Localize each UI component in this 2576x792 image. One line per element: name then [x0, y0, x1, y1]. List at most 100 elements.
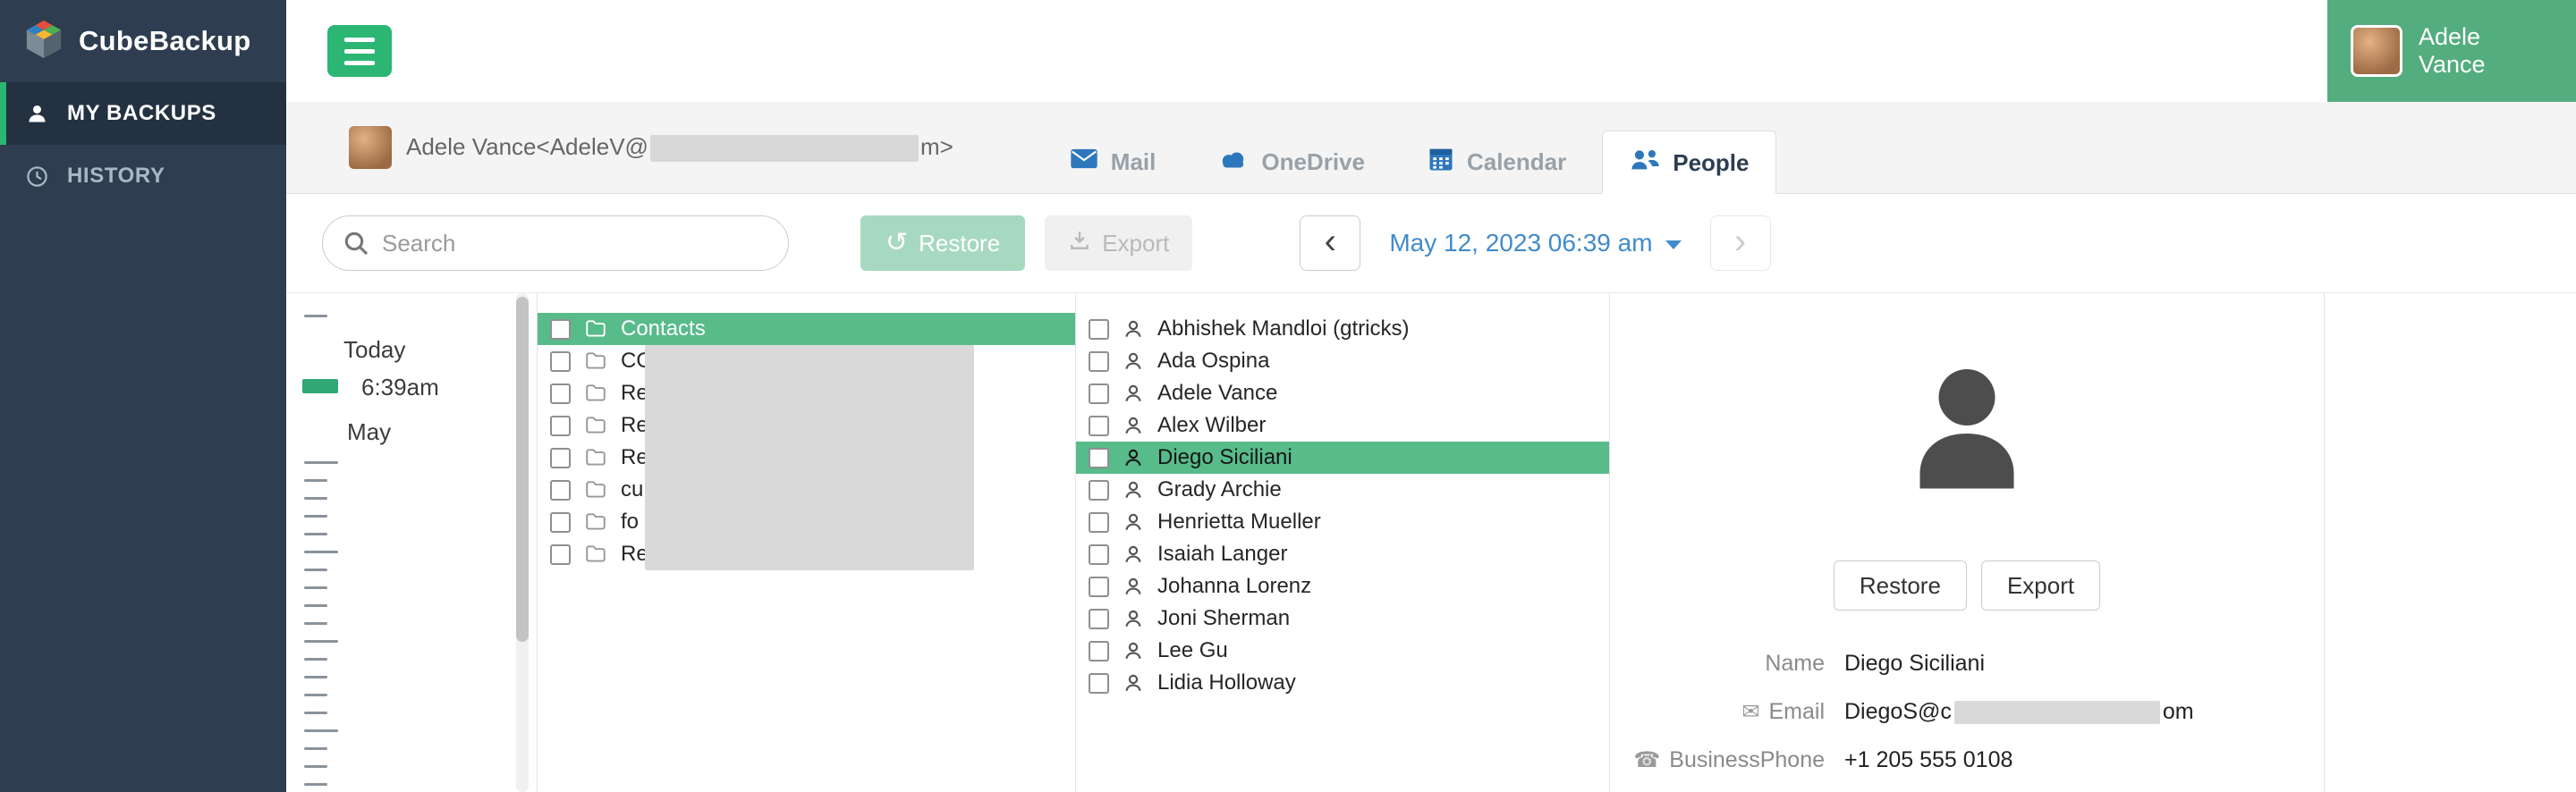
field-icon: ✉ [1741, 699, 1760, 724]
timeline-tick [304, 676, 327, 678]
contact-row[interactable]: Henrietta Mueller [1076, 506, 1609, 538]
contact-row[interactable]: Lidia Holloway [1076, 667, 1609, 699]
contact-row[interactable]: Alex Wilber [1076, 409, 1609, 442]
cubebackup-logo-icon [23, 19, 64, 64]
redaction-block [1953, 700, 2160, 724]
checkbox[interactable] [1089, 447, 1109, 468]
contact-row[interactable]: Joni Sherman [1076, 602, 1609, 635]
contact-avatar-placeholder-icon [1900, 361, 2034, 500]
checkbox[interactable] [550, 479, 571, 501]
contact-name: Abhishek Mandloi (gtricks) [1157, 316, 1410, 341]
checkbox[interactable] [1089, 511, 1109, 533]
account-email: Adele Vance<AdeleV@ m> [406, 133, 953, 163]
checkbox[interactable] [550, 415, 571, 436]
contact-name: Lidia Holloway [1157, 670, 1296, 695]
contact-row[interactable]: Johanna Lorenz [1076, 570, 1609, 602]
contact-row[interactable]: Abhishek Mandloi (gtricks) [1076, 313, 1609, 345]
timeline-tick [304, 747, 327, 750]
checkbox[interactable] [1089, 350, 1109, 372]
checkbox[interactable] [1089, 576, 1109, 597]
menu-toggle-button[interactable] [327, 25, 392, 77]
sidebar-item-my-backups[interactable]: MY BACKUPS [0, 82, 286, 145]
tab-mail[interactable]: Mail [1043, 131, 1183, 193]
checkbox[interactable] [1089, 415, 1109, 436]
next-snapshot-button[interactable]: › [1709, 215, 1771, 271]
detail-restore-button[interactable]: Restore [1833, 560, 1967, 611]
contact-name: Alex Wilber [1157, 413, 1267, 437]
contact-row[interactable]: Diego Siciliani [1076, 442, 1609, 474]
contact-row[interactable]: Adele Vance [1076, 377, 1609, 409]
person-icon [1122, 607, 1145, 630]
avatar [349, 126, 392, 169]
folder-icon [583, 510, 608, 534]
detail-export-button[interactable]: Export [1980, 560, 2101, 611]
checkbox[interactable] [1089, 608, 1109, 629]
prev-snapshot-button[interactable]: ‹ [1300, 215, 1361, 271]
tab-people[interactable]: People [1602, 131, 1777, 194]
folder-name: Contacts [621, 316, 706, 341]
tab-calendar[interactable]: Calendar [1401, 131, 1593, 193]
field-value: DiegoS@c om [1844, 698, 2194, 724]
timeline-tick [304, 694, 327, 696]
timeline-tick [304, 765, 327, 768]
checkbox[interactable] [550, 511, 571, 533]
checkbox[interactable] [550, 543, 571, 565]
timeline-today-label[interactable]: Today [343, 336, 405, 364]
contact-name: Ada Ospina [1157, 349, 1270, 373]
service-tabs: Mail OneDrive Calendar People [1043, 102, 1777, 194]
timeline-tick [304, 783, 327, 786]
contact-row[interactable]: Ada Ospina [1076, 345, 1609, 377]
checkbox[interactable] [550, 447, 571, 468]
tab-label: Mail [1110, 147, 1157, 175]
timeline: Today 6:39am May [286, 293, 538, 792]
user-account-chip[interactable]: Adele Vance [2327, 0, 2576, 102]
clock-icon [25, 164, 49, 189]
folder-row[interactable]: Contacts [538, 313, 1075, 345]
checkbox[interactable] [1089, 479, 1109, 501]
checkbox[interactable] [550, 318, 571, 340]
export-button[interactable]: Export [1045, 215, 1193, 271]
field-label: BusinessPhone [1669, 746, 1825, 772]
redaction-block [645, 345, 974, 570]
timeline-tick [304, 569, 327, 571]
sidebar-item-history[interactable]: HISTORY [0, 145, 286, 207]
contact-row[interactable]: Isaiah Langer [1076, 538, 1609, 570]
app-window: CubeBackup MY BACKUPS HISTORY Adele Vanc… [0, 0, 2576, 792]
contact-detail: Restore Export Name Diego Siciliani ✉ Ema… [1610, 293, 2325, 792]
scrollbar-thumb[interactable] [516, 297, 529, 642]
checkbox[interactable] [1089, 640, 1109, 661]
snapshot-date-label: May 12, 2023 06:39 am [1389, 229, 1653, 257]
checkbox[interactable] [550, 383, 571, 404]
folder-icon [583, 478, 608, 501]
brand[interactable]: CubeBackup [0, 0, 286, 82]
checkbox[interactable] [550, 350, 571, 372]
calendar-icon [1428, 146, 1454, 179]
search-box [322, 215, 789, 271]
checkbox[interactable] [1089, 318, 1109, 340]
timeline-current-marker[interactable] [302, 379, 338, 393]
checkbox[interactable] [1089, 543, 1109, 565]
tab-onedrive[interactable]: OneDrive [1191, 131, 1392, 193]
person-icon [1122, 414, 1145, 437]
timeline-tick [304, 586, 327, 589]
search-input[interactable] [322, 215, 789, 271]
timeline-time-label[interactable]: 6:39am [361, 374, 439, 401]
timeline-month-label: May [347, 418, 392, 445]
timeline-tick [304, 533, 327, 535]
restore-button[interactable]: ↺ Restore [860, 215, 1026, 271]
timeline-scrollbar[interactable] [516, 293, 529, 792]
contact-row[interactable]: Lee Gu [1076, 635, 1609, 667]
sidebar-item-label: MY BACKUPS [67, 101, 216, 125]
checkbox[interactable] [1089, 672, 1109, 694]
redaction-block [649, 135, 919, 163]
detail-field: Name Diego Siciliani [1610, 639, 2324, 687]
export-icon [1068, 229, 1091, 258]
search-icon [342, 229, 370, 262]
person-icon [1122, 382, 1145, 405]
contact-name: Isaiah Langer [1157, 542, 1288, 566]
folder-icon [583, 350, 608, 373]
checkbox[interactable] [1089, 383, 1109, 404]
contact-row[interactable]: Grady Archie [1076, 474, 1609, 506]
snapshot-date-dropdown[interactable]: May 12, 2023 06:39 am [1384, 228, 1686, 258]
person-icon [1122, 639, 1145, 662]
